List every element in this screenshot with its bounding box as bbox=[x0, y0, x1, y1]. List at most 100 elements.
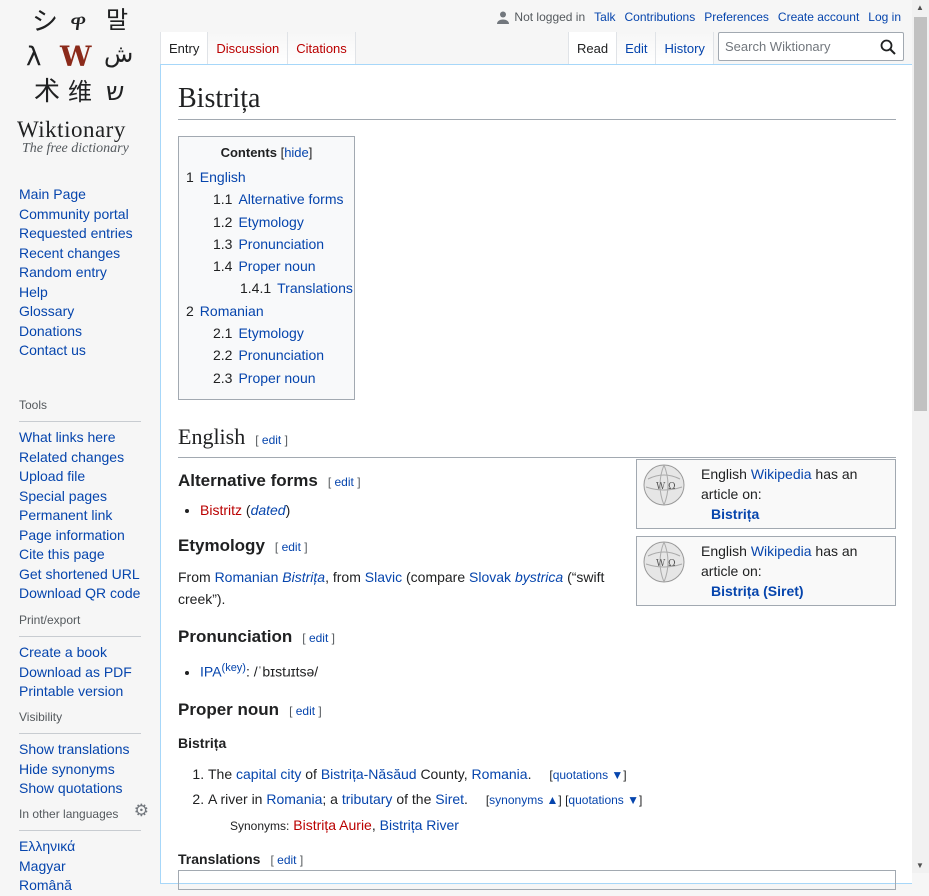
tool-what-links-here: What links here bbox=[19, 429, 116, 445]
ipa-link[interactable]: IPA bbox=[200, 664, 222, 680]
nav-contact-us: Contact us bbox=[19, 342, 86, 358]
edit-section-link[interactable]: edit bbox=[335, 475, 354, 489]
edit-section-link[interactable]: edit bbox=[296, 704, 315, 718]
heading-proper-noun: Proper noun[ edit ] bbox=[178, 699, 322, 719]
wikipedia-globe-icon: W Ω bbox=[643, 541, 685, 583]
hide-synonyms-link: Hide synonyms bbox=[19, 760, 115, 777]
preferences-link[interactable]: Preferences bbox=[704, 10, 769, 24]
headword: Bistrița bbox=[178, 734, 227, 751]
wiktionary-logo[interactable]: シ ዋ 말 λ W ش 术 维 ש Wiktionary The free di… bbox=[0, 0, 160, 170]
tools-menu: Tools What links here Related changes Up… bbox=[19, 376, 149, 604]
svg-text:维: 维 bbox=[68, 78, 92, 106]
wikipedia-box: W Ω English Wikipedia has an article on:… bbox=[636, 459, 896, 529]
edit-section-link[interactable]: edit bbox=[262, 433, 281, 447]
quotations-toggle[interactable]: quotations ▼ bbox=[568, 793, 639, 807]
synonyms-toggle[interactable]: synonyms ▲ bbox=[489, 793, 558, 807]
svg-text:W Ω: W Ω bbox=[656, 559, 676, 569]
heading-translations: Translations[ edit ] bbox=[178, 850, 304, 867]
tool-page-information: Page information bbox=[19, 526, 125, 543]
wikipedia-link[interactable]: Wikipedia bbox=[751, 466, 812, 482]
edit-section-link[interactable]: edit bbox=[309, 631, 328, 645]
svg-text:シ: シ bbox=[32, 7, 58, 37]
scroll-up-arrow-icon[interactable]: ▲ bbox=[916, 3, 924, 12]
wikipedia-link[interactable]: Wikipedia bbox=[751, 543, 812, 559]
print-export-menu: Print/export Create a book Download as P… bbox=[19, 591, 149, 702]
toc-item[interactable]: 1.2 Etymology bbox=[186, 211, 347, 233]
visibility-menu: Visibility Show translations Hide synony… bbox=[19, 688, 149, 799]
personal-tools: Not logged in Talk Contributions Prefere… bbox=[497, 10, 901, 24]
user-icon bbox=[497, 11, 510, 24]
edit-section-link[interactable]: edit bbox=[277, 853, 296, 867]
nav-requested-entries: Requested entries bbox=[19, 225, 133, 241]
lang-romanian: Română bbox=[19, 877, 72, 893]
english-section: Alternative forms[ edit ] Bistritz (date… bbox=[178, 468, 633, 683]
tool-upload-file: Upload file bbox=[19, 468, 86, 484]
ipa-key-link[interactable]: (key) bbox=[222, 662, 246, 674]
toc-item[interactable]: 2.2 Pronunciation bbox=[186, 344, 347, 366]
toc-item[interactable]: 1.1 Alternative forms bbox=[186, 188, 347, 210]
nav-random-entry: Random entry bbox=[19, 264, 107, 280]
svg-text:ዋ: ዋ bbox=[70, 8, 87, 36]
ipa-item: IPA(key): /ˈbɪstɹɪtsə/ bbox=[200, 657, 633, 683]
definition-item: The capital city of Bistrița-Năsăud Coun… bbox=[208, 762, 896, 787]
etymology-text: From Romanian Bistrița, from Slavic (com… bbox=[178, 568, 605, 607]
edit-section-link[interactable]: edit bbox=[282, 540, 301, 554]
tool-cite-this-page: Cite this page bbox=[19, 546, 105, 562]
search-input[interactable]: Search Wiktionary bbox=[718, 32, 904, 61]
synonyms-line: Synonyms: Bistrița Aurie, Bistrița River bbox=[230, 816, 459, 833]
alt-form-link[interactable]: Bistritz bbox=[200, 502, 242, 518]
nav-donations: Donations bbox=[19, 322, 83, 339]
toc-item[interactable]: 2 Romanian bbox=[186, 300, 347, 322]
toc-item[interactable]: 1 English bbox=[186, 166, 347, 188]
print-export-heading: Print/export bbox=[19, 607, 141, 637]
toc-hide-link[interactable]: hide bbox=[284, 145, 309, 160]
tab-discussion[interactable]: Discussion bbox=[207, 32, 288, 64]
logo-tagline: The free dictionary bbox=[22, 141, 129, 156]
wikipedia-article-link[interactable]: Bistrița bbox=[711, 506, 759, 522]
tab-edit[interactable]: Edit bbox=[616, 32, 656, 64]
logo-wordmark: Wiktionary bbox=[17, 117, 126, 142]
print-download-pdf: Download as PDF bbox=[19, 663, 132, 680]
scroll-down-arrow-icon[interactable]: ▼ bbox=[916, 861, 924, 870]
tab-read[interactable]: Read bbox=[568, 32, 617, 64]
alt-form-item: Bistritz (dated) bbox=[200, 499, 633, 521]
lang-hungarian: Magyar bbox=[19, 857, 66, 874]
heading-alternative-forms: Alternative forms[ edit ] bbox=[178, 470, 361, 490]
svg-text:ش: ش bbox=[104, 40, 133, 68]
scrollbar[interactable]: ▲ ▼ bbox=[912, 0, 929, 873]
view-tabs: Read Edit History bbox=[568, 32, 714, 64]
wikipedia-box: W Ω English Wikipedia has an article on:… bbox=[636, 536, 896, 606]
toc-item[interactable]: 2.1 Etymology bbox=[186, 322, 347, 344]
contributions-link[interactable]: Contributions bbox=[624, 10, 695, 24]
nav-main-page: Main Page bbox=[19, 186, 86, 202]
toc-item[interactable]: 1.4.1 Translations bbox=[186, 277, 353, 299]
talk-link[interactable]: Talk bbox=[594, 10, 615, 24]
nav-community-portal: Community portal bbox=[19, 205, 129, 222]
create-account-link[interactable]: Create account bbox=[778, 10, 859, 24]
svg-text:W Ω: W Ω bbox=[656, 482, 676, 492]
not-logged-in-text: Not logged in bbox=[514, 10, 586, 24]
toc-item[interactable]: 1.3 Pronunciation bbox=[186, 233, 347, 255]
table-of-contents: Contents [hide] 1 English 1.1 Alternative … bbox=[178, 136, 355, 400]
svg-text:말: 말 bbox=[106, 6, 128, 34]
sidebar: シ ዋ 말 λ W ش 术 维 ש Wiktionary The free di… bbox=[0, 0, 160, 893]
toc-item[interactable]: 2.3 Proper noun bbox=[186, 367, 347, 389]
heading-english: English[ edit ] bbox=[178, 422, 896, 458]
wikipedia-article-link[interactable]: Bistrița (Siret) bbox=[711, 583, 804, 599]
svg-text:λ: λ bbox=[26, 42, 41, 72]
page-title: Bistrița bbox=[178, 81, 896, 120]
toc-item[interactable]: 1.4 Proper noun bbox=[186, 255, 347, 277]
log-in-link[interactable]: Log in bbox=[868, 10, 901, 24]
svg-text:W: W bbox=[59, 40, 92, 73]
quotations-toggle[interactable]: quotations ▼ bbox=[553, 768, 624, 782]
tab-history[interactable]: History bbox=[655, 32, 714, 64]
tab-citations[interactable]: Citations bbox=[287, 32, 356, 64]
show-translations-link: Show translations bbox=[19, 741, 130, 757]
search-icon[interactable] bbox=[880, 39, 896, 55]
scroll-thumb[interactable] bbox=[914, 17, 927, 411]
gear-icon[interactable]: ⚙ bbox=[134, 798, 149, 824]
tab-entry[interactable]: Entry bbox=[160, 32, 208, 64]
nav-help: Help bbox=[19, 283, 48, 300]
tool-permanent-link: Permanent link bbox=[19, 507, 113, 523]
namespace-tabs: Entry Discussion Citations bbox=[160, 32, 356, 64]
